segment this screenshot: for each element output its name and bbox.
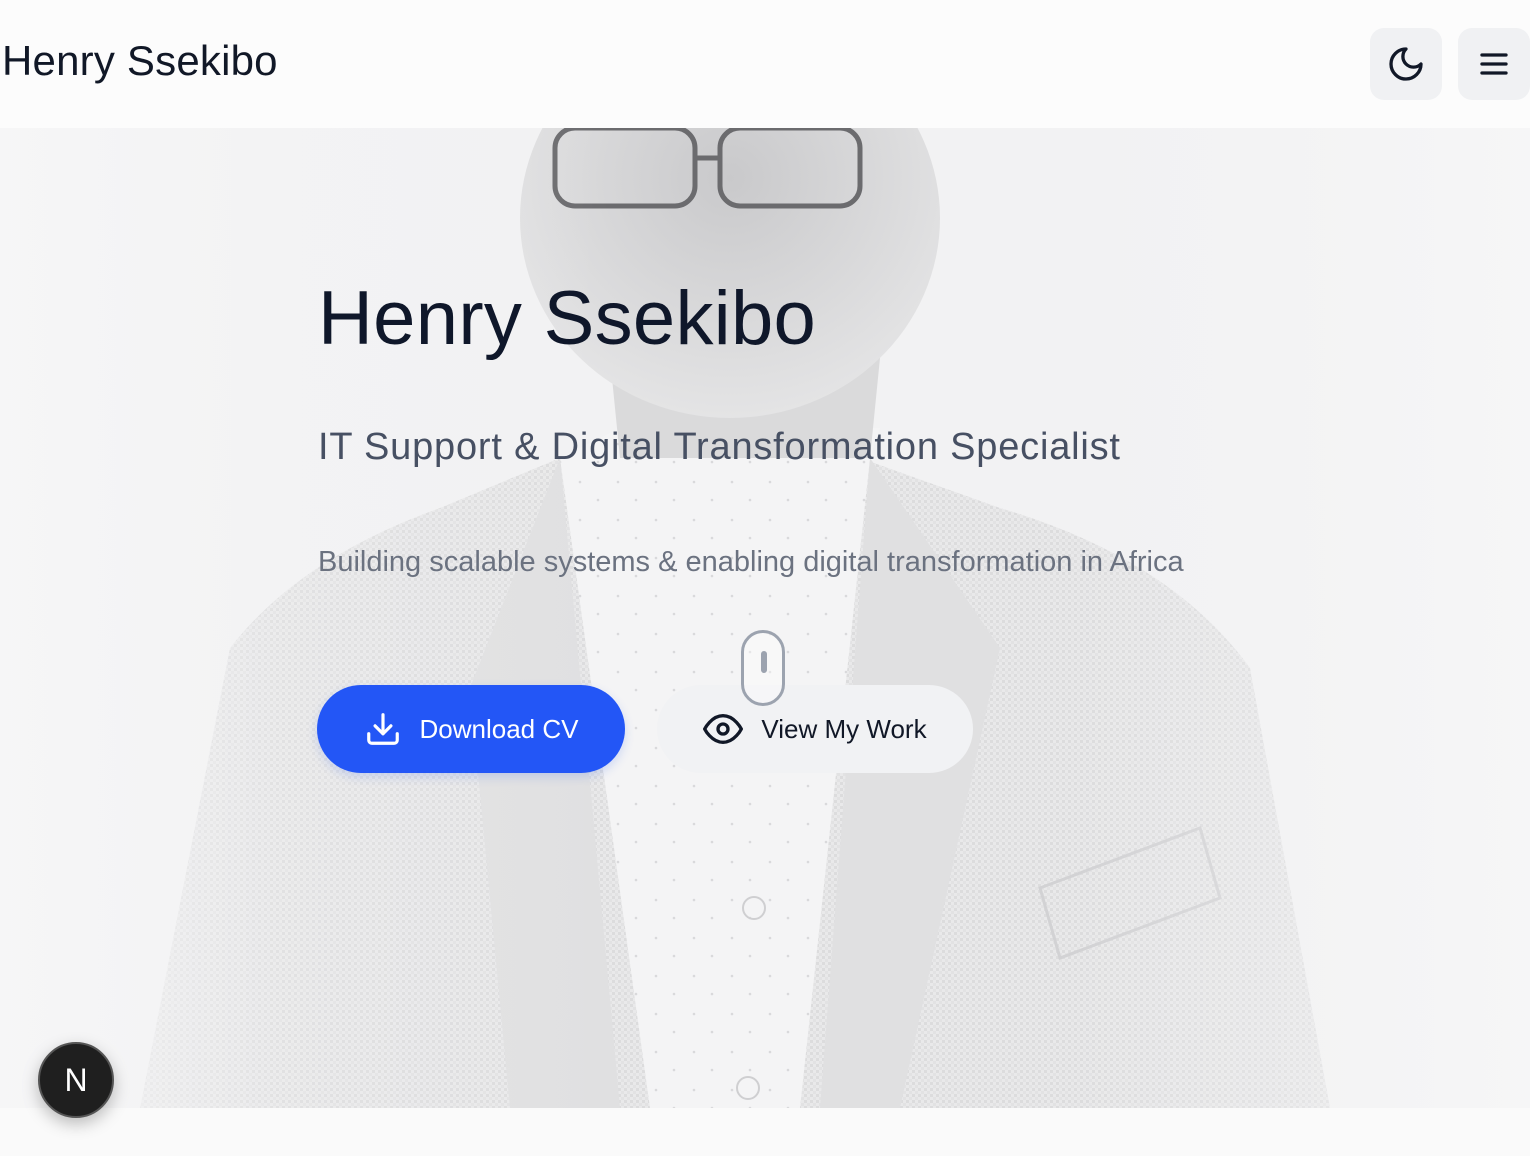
- hero-tagline: Building scalable systems & enabling dig…: [318, 546, 1184, 578]
- theme-toggle-button[interactable]: [1370, 28, 1442, 100]
- moon-icon: [1386, 44, 1426, 84]
- hero-title: Henry Ssekibo: [318, 276, 817, 361]
- site-brand[interactable]: Henry Ssekibo: [2, 36, 278, 86]
- top-navigation-bar: Henry Ssekibo: [0, 0, 1530, 128]
- scroll-wheel-dot: [761, 651, 767, 673]
- badge-letter: N: [64, 1061, 88, 1098]
- hero-section: Henry Ssekibo IT Support & Digital Trans…: [0, 128, 1530, 1108]
- download-cv-label: Download CV: [419, 713, 579, 744]
- view-my-work-label: View My Work: [761, 713, 927, 744]
- hamburger-menu-icon: [1476, 46, 1512, 82]
- hero-subtitle: IT Support & Digital Transformation Spec…: [318, 426, 1121, 468]
- mouse-scroll-icon[interactable]: [741, 630, 785, 706]
- view-my-work-button[interactable]: View My Work: [657, 685, 973, 773]
- nextjs-badge-icon[interactable]: N: [38, 1042, 114, 1118]
- download-cv-button[interactable]: Download CV: [317, 685, 625, 773]
- download-icon: [364, 710, 402, 748]
- eye-icon: [703, 709, 744, 749]
- menu-button[interactable]: [1458, 28, 1530, 100]
